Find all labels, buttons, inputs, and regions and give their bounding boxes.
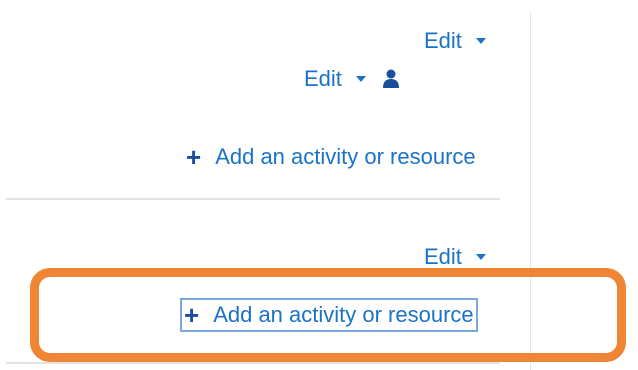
plus-icon: + [184,300,200,330]
section2-edit-menu[interactable]: Edit [424,244,486,270]
activity-edit-menu[interactable]: Edit [304,66,400,92]
activity-edit-label: Edit [304,66,342,91]
user-icon[interactable] [382,69,400,89]
caret-down-icon [355,76,366,82]
add-activity-button[interactable]: + Add an activity or resource [186,144,476,170]
section2-edit-label: Edit [424,244,462,269]
plus-icon: + [186,142,202,172]
section-edit-menu[interactable]: Edit [424,28,486,54]
section-divider [6,198,500,200]
add-activity-button-highlighted[interactable]: + Add an activity or resource [180,298,478,332]
add-activity-label: Add an activity or resource [213,302,474,327]
section-edit-label: Edit [424,28,462,53]
caret-down-icon [475,254,486,260]
add-activity-label: Add an activity or resource [215,144,476,169]
caret-down-icon [475,38,486,44]
course-page: Edit Edit + Add an activity or resource … [0,0,638,370]
bottom-divider [6,362,500,364]
